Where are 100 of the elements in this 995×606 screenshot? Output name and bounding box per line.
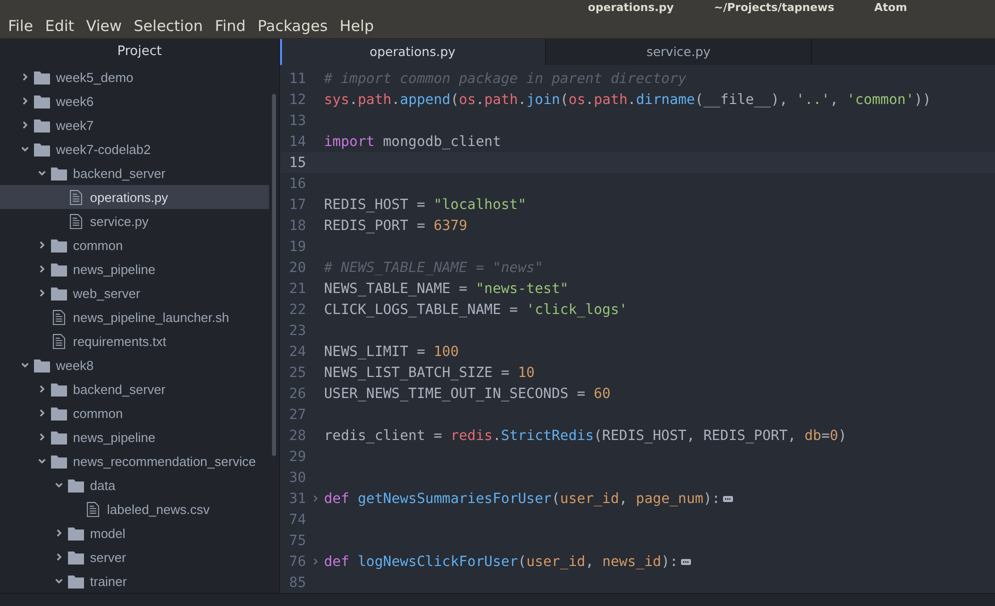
folded-code-icon[interactable] (681, 558, 692, 564)
tree-item[interactable]: common (0, 401, 269, 425)
line-number: 22 (288, 302, 306, 318)
line-number: 26 (288, 386, 306, 402)
code-line: import mongodb_client (324, 134, 502, 150)
folder-icon (51, 406, 67, 420)
folder-icon (51, 382, 67, 396)
folder-icon (34, 94, 50, 108)
line-number: 28 (288, 428, 306, 444)
line-number: 12 (288, 92, 306, 108)
code-line: def logNewsClickForUser(user_id, news_id): (324, 554, 678, 570)
chevron-icon (54, 552, 64, 562)
menu-item[interactable]: Selection (128, 17, 209, 35)
tree-item[interactable]: labeled_news.csv (0, 497, 269, 521)
tree-item[interactable]: model (0, 521, 269, 545)
code-line: def getNewsSummariesForUser(user_id, page_num): (324, 490, 720, 506)
editor-tab[interactable]: service.py (546, 39, 812, 65)
chevron-icon (37, 384, 47, 394)
line-number: 85 (288, 574, 306, 590)
tree-item[interactable]: common (0, 233, 269, 257)
line-number: 23 (288, 322, 306, 338)
chevron-icon (20, 120, 30, 130)
folder-icon (51, 286, 67, 300)
line-number: 11 (288, 70, 306, 86)
tree-item[interactable]: backend_server (0, 377, 269, 401)
window-title: operations.py (588, 0, 674, 14)
tree-item[interactable]: requirements.txt (0, 329, 269, 353)
code-line: NEWS_LIST_BATCH_SIZE = 10 (324, 364, 535, 380)
chevron-icon (37, 408, 47, 418)
tree-item[interactable]: backend_server (0, 161, 269, 185)
menu-item[interactable]: Help (334, 17, 380, 35)
line-number: 20 (288, 260, 306, 276)
folder-icon (34, 118, 50, 132)
menu-item[interactable]: File (2, 17, 40, 35)
folder-icon (51, 262, 67, 276)
chevron-icon (20, 144, 30, 154)
line-number: 76 (288, 554, 306, 570)
window-title: Atom (874, 0, 908, 14)
line-number: 75 (288, 532, 306, 548)
chevron-icon (37, 168, 47, 178)
tree-item[interactable]: operations.py (0, 185, 269, 209)
line-number: 17 (288, 196, 306, 212)
folder-icon (68, 478, 84, 492)
tree-item[interactable]: server (0, 545, 269, 569)
tree-item[interactable]: service.py (0, 209, 269, 233)
tree-item[interactable]: week5_demo (0, 65, 269, 89)
folder-icon (51, 166, 67, 180)
menu-item[interactable]: Packages (252, 17, 334, 35)
file-icon (68, 190, 84, 204)
tree-item[interactable]: trainer (0, 569, 269, 593)
tree-item[interactable]: news_pipeline_launcher.sh (0, 305, 269, 329)
line-number: 13 (288, 112, 306, 128)
folder-icon (34, 358, 50, 372)
line-number: 27 (288, 406, 306, 422)
file-icon (85, 502, 101, 516)
line-number: 15 (288, 154, 306, 170)
code-line: CLICK_LOGS_TABLE_NAME = 'click_logs' (324, 302, 628, 318)
tree-item[interactable]: web_server (0, 281, 269, 305)
tree-item[interactable]: week7 (0, 113, 269, 137)
line-number: 19 (288, 238, 306, 254)
folder-icon (34, 70, 50, 84)
chevron-icon (54, 528, 64, 538)
chevron-icon (37, 264, 47, 274)
code-line: USER_NEWS_TIME_OUT_IN_SECONDS = 60 (324, 386, 611, 402)
scrollbar[interactable] (272, 94, 276, 456)
chevron-icon (37, 432, 47, 442)
code-line: # NEWS_TABLE_NAME = "news" (324, 260, 544, 276)
folder-icon (68, 550, 84, 564)
line-number: 16 (288, 176, 306, 192)
menu-item[interactable]: Edit (39, 17, 80, 35)
chevron-icon (54, 480, 64, 490)
menu-item[interactable]: View (80, 17, 128, 35)
window-title: ~/Projects/tapnews (714, 0, 834, 14)
editor-tab[interactable]: operations.py (280, 39, 546, 65)
folder-icon (68, 526, 84, 540)
line-number: 31 (288, 490, 306, 506)
line-number: 29 (288, 448, 306, 464)
code-line: redis_client = redis.StrictRedis(REDIS_HOST, REDIS_PORT, db=0) (324, 428, 847, 444)
code-line: REDIS_HOST = "localhost" (324, 196, 526, 212)
tree-item[interactable]: week6 (0, 89, 269, 113)
code-line: sys.path.append(os.path.join(os.path.dirname(__file__), '..', 'common')) (324, 92, 932, 108)
folder-icon (34, 142, 50, 156)
chevron-icon (20, 96, 30, 106)
tree-item[interactable]: week8 (0, 353, 269, 377)
chevron-icon (54, 576, 64, 586)
file-icon (51, 334, 67, 348)
tree-item[interactable]: news_pipeline (0, 257, 269, 281)
folded-code-icon[interactable] (723, 496, 734, 502)
folder-icon (51, 454, 67, 468)
line-number: 30 (288, 470, 306, 486)
line-number: 21 (288, 280, 306, 296)
tree-item[interactable]: data (0, 473, 269, 497)
line-number: 74 (288, 512, 306, 528)
tree-item[interactable]: news_pipeline (0, 425, 269, 449)
tree-item[interactable]: week7-codelab2 (0, 137, 269, 161)
panel-title: Project (116, 43, 163, 61)
tree-item[interactable]: news_recommendation_service (0, 449, 269, 473)
menu-item[interactable]: Find (208, 17, 252, 35)
code-line: # import common package in parent directory (324, 70, 686, 86)
folder-icon (51, 430, 67, 444)
